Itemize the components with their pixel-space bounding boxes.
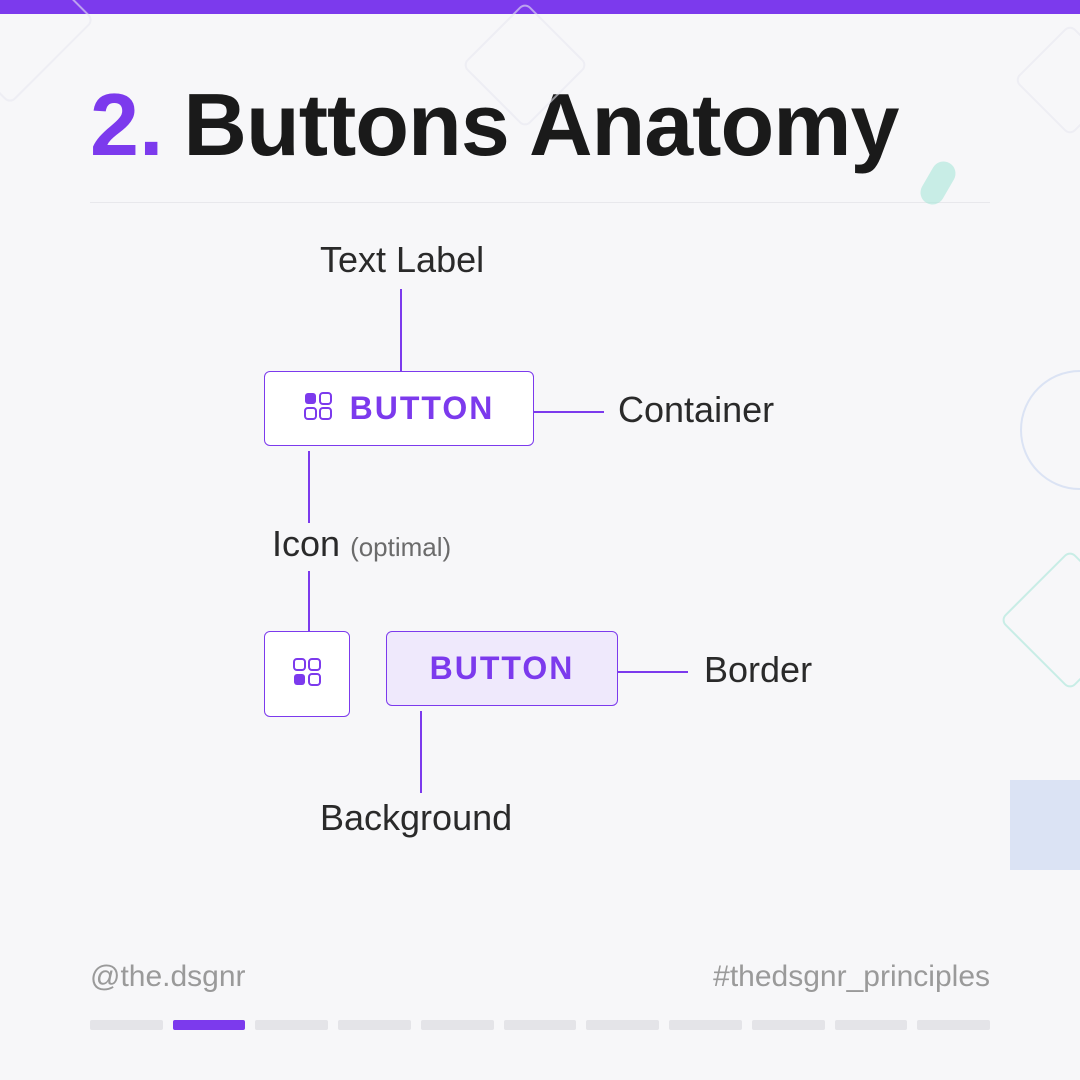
connector-line bbox=[308, 451, 310, 523]
annotation-text: Border bbox=[704, 649, 812, 690]
annotation-text: Background bbox=[320, 797, 512, 838]
annotation-text: Icon bbox=[272, 523, 340, 564]
progress-segment bbox=[586, 1020, 659, 1030]
example-button-primary: BUTTON bbox=[264, 371, 534, 446]
example-button-filled: BUTTON bbox=[386, 631, 618, 706]
title-number: 2. bbox=[90, 74, 163, 176]
progress-segment bbox=[504, 1020, 577, 1030]
annotation-text: Container bbox=[618, 389, 774, 430]
annotation-icon: Icon (optimal) bbox=[272, 523, 451, 565]
grid-icon bbox=[293, 658, 321, 691]
connector-line bbox=[534, 411, 604, 413]
example-icon-box bbox=[264, 631, 350, 717]
annotation-text: Text Label bbox=[320, 239, 484, 280]
button-label: BUTTON bbox=[350, 390, 495, 427]
annotation-subtext: (optimal) bbox=[350, 532, 451, 562]
annotation-border: Border bbox=[704, 649, 812, 691]
button-label: BUTTON bbox=[430, 650, 575, 687]
progress-indicator bbox=[90, 1020, 990, 1030]
annotation-background: Background bbox=[320, 797, 512, 839]
footer: @the.dsgnr #thedsgnr_principles bbox=[90, 960, 990, 1030]
progress-segment bbox=[752, 1020, 825, 1030]
annotation-text-label: Text Label bbox=[320, 239, 484, 281]
connector-line bbox=[400, 289, 402, 371]
grid-icon bbox=[304, 392, 332, 425]
progress-segment bbox=[835, 1020, 908, 1030]
progress-segment bbox=[669, 1020, 742, 1030]
progress-segment bbox=[173, 1020, 246, 1030]
progress-segment bbox=[90, 1020, 163, 1030]
anatomy-diagram: Text Label BUTTON Container Icon (opt bbox=[90, 213, 990, 893]
top-accent-bar bbox=[0, 0, 1080, 14]
progress-segment bbox=[917, 1020, 990, 1030]
footer-handle: @the.dsgnr bbox=[90, 960, 246, 994]
connector-line bbox=[420, 711, 422, 793]
deco-shape bbox=[1010, 780, 1080, 870]
connector-line bbox=[618, 671, 688, 673]
progress-segment bbox=[338, 1020, 411, 1030]
connector-line bbox=[308, 571, 310, 631]
progress-segment bbox=[421, 1020, 494, 1030]
annotation-container: Container bbox=[618, 389, 774, 431]
progress-segment bbox=[255, 1020, 328, 1030]
footer-hashtag: #thedsgnr_principles bbox=[713, 960, 990, 994]
